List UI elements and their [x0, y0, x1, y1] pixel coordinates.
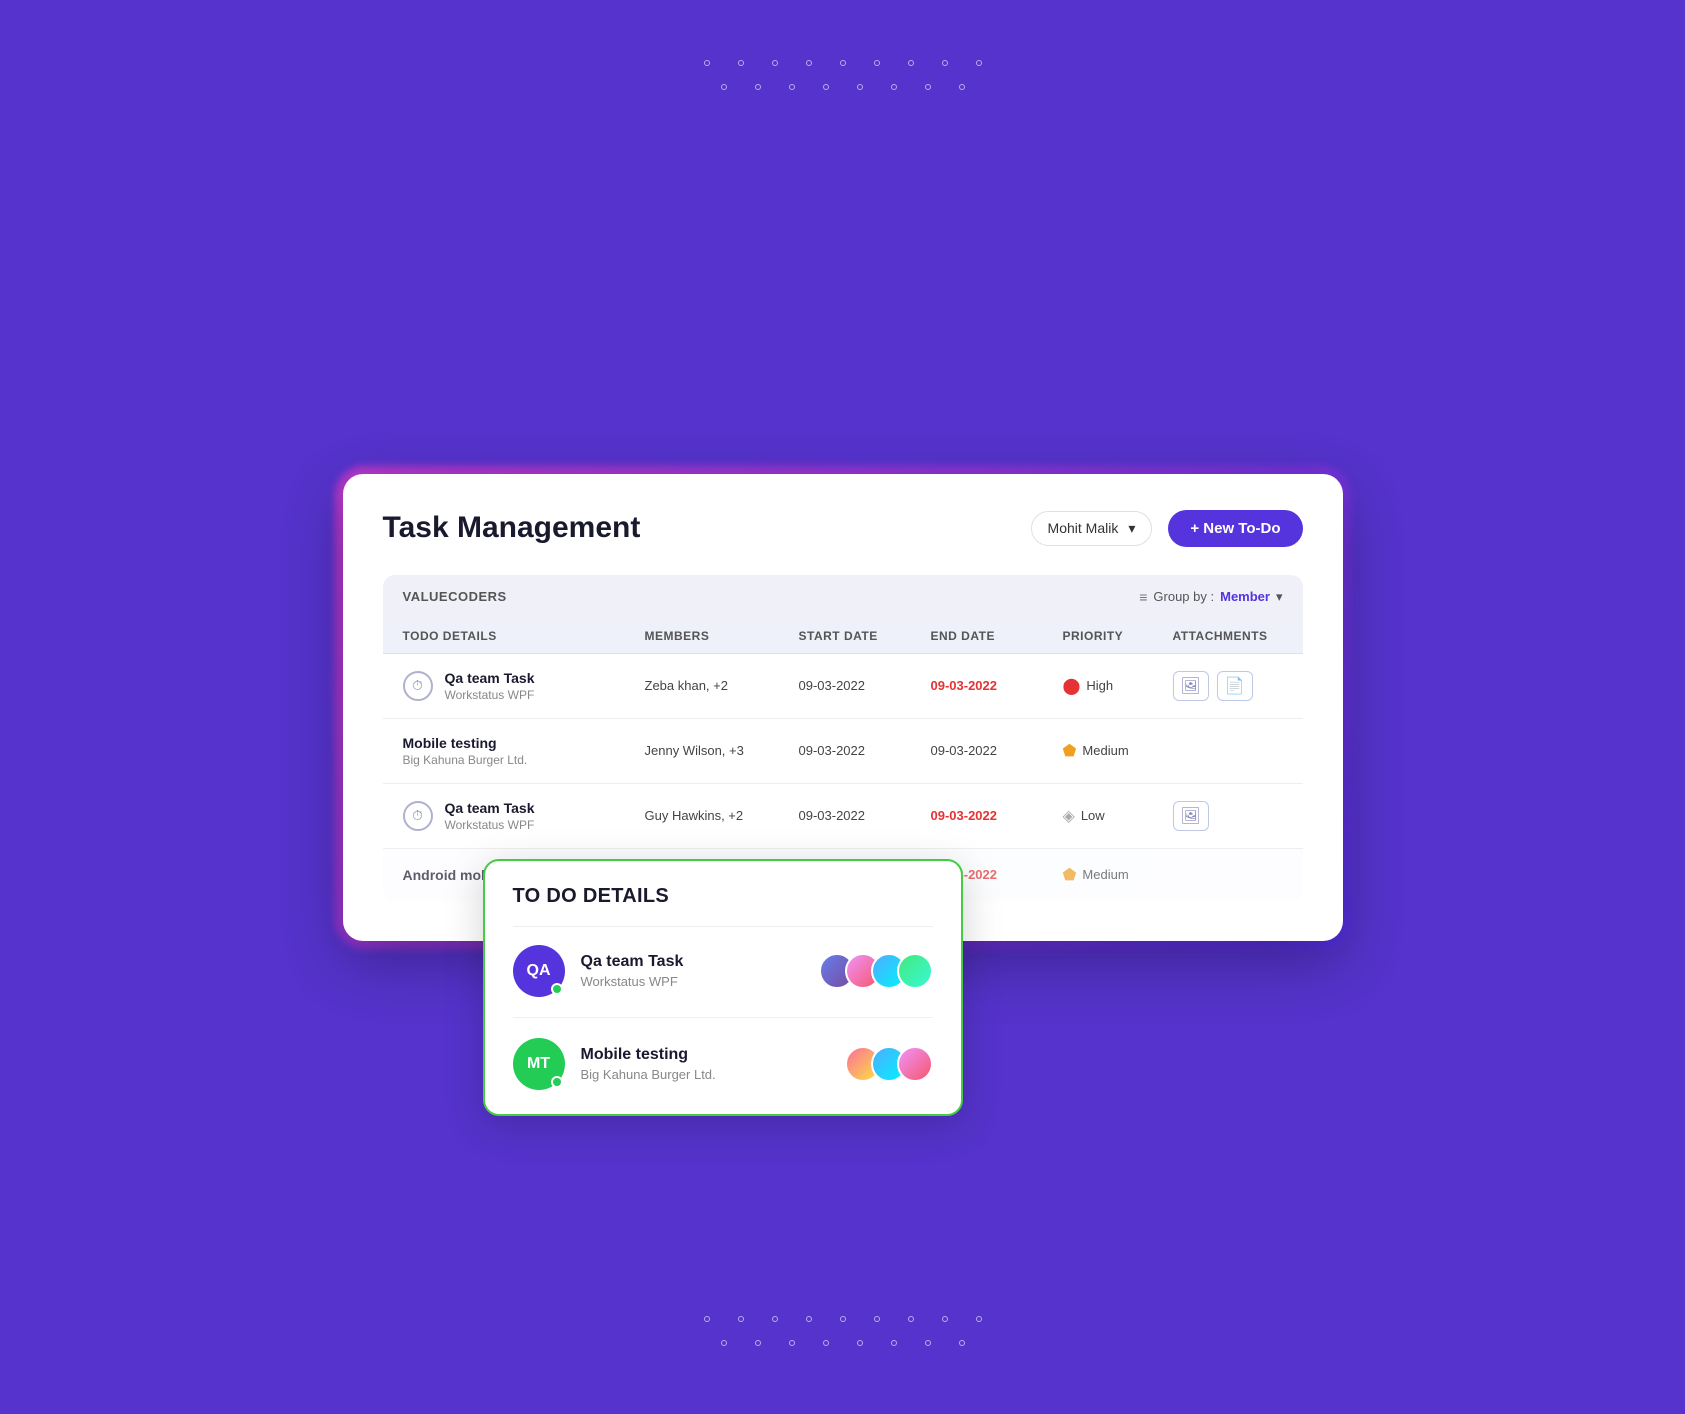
table-row[interactable]: ⏱ Qa team Task Workstatus WPF Guy Hawkin…: [383, 784, 1303, 849]
user-name: Mohit Malik: [1048, 520, 1119, 536]
group-by-chevron-icon: ▾: [1276, 589, 1283, 605]
end-date-cell: 09-03-2022: [931, 743, 1063, 758]
doc-attachment-icon[interactable]: 📄: [1217, 671, 1253, 701]
chevron-down-icon: ▾: [1128, 520, 1135, 537]
task-cell: ⏱ Qa team Task Workstatus WPF: [403, 670, 645, 702]
new-todo-button[interactable]: + New To-Do: [1168, 510, 1302, 547]
popup-item-left: QA Qa team Task Workstatus WPF: [513, 945, 684, 997]
end-date-cell: 09-03-2022: [931, 678, 1063, 693]
start-date-cell: 09-03-2022: [799, 743, 931, 758]
priority-cell: ◈ Low: [1063, 806, 1173, 826]
todo-details-popup: TO DO DETAILS QA Qa team Task Workstatus…: [483, 859, 963, 1116]
member-avatar: [897, 953, 933, 989]
task-subtitle: Big Kahuna Burger Ltd.: [403, 753, 528, 767]
task-subtitle: Workstatus WPF: [445, 818, 535, 832]
task-status-icon: ⏱: [403, 671, 433, 701]
task-cell: Mobile testing Big Kahuna Burger Ltd.: [403, 735, 645, 767]
priority-low-icon: ◈: [1063, 806, 1075, 826]
priority-cell: ⬤ High: [1063, 676, 1173, 696]
task-status-icon: ⏱: [403, 801, 433, 831]
table-row[interactable]: ⏱ Qa team Task Workstatus WPF Zeba khan,…: [383, 654, 1303, 719]
popup-title: TO DO DETAILS: [513, 885, 933, 908]
group-by-value[interactable]: Member: [1220, 589, 1270, 604]
popup-task-title: Mobile testing: [581, 1046, 716, 1064]
end-date-cell: 09-03-2022: [931, 808, 1063, 823]
task-name: Mobile testing: [403, 735, 528, 751]
popup-item[interactable]: QA Qa team Task Workstatus WPF: [513, 945, 933, 1018]
priority-label: Medium: [1082, 867, 1128, 882]
group-by-label: Group by :: [1153, 589, 1214, 604]
popup-item-info: Qa team Task Workstatus WPF: [581, 953, 684, 989]
header-controls: Mohit Malik ▾ + New To-Do: [1031, 510, 1303, 547]
priority-label: Medium: [1082, 743, 1128, 758]
col-todo: TODO DETAILS: [403, 629, 645, 643]
table-row[interactable]: Mobile testing Big Kahuna Burger Ltd. Je…: [383, 719, 1303, 784]
priority-high-icon: ⬤: [1063, 676, 1081, 696]
member-avatars: [845, 1046, 933, 1082]
task-table: VALUECODERS ≡ Group by : Member ▾ TODO D…: [383, 575, 1303, 901]
start-date-cell: 09-03-2022: [799, 808, 931, 823]
avatar-initials: MT: [527, 1055, 550, 1073]
col-start-date: START DATE: [799, 629, 931, 643]
priority-cell: ⬟ Medium: [1063, 865, 1173, 885]
header: Task Management Mohit Malik ▾ + New To-D…: [383, 510, 1303, 547]
task-cell: ⏱ Qa team Task Workstatus WPF: [403, 800, 645, 832]
popup-task-subtitle: Big Kahuna Burger Ltd.: [581, 1067, 716, 1082]
table-header-bar: VALUECODERS ≡ Group by : Member ▾: [383, 575, 1303, 619]
new-todo-label: + New To-Do: [1190, 520, 1280, 537]
popup-item[interactable]: MT Mobile testing Big Kahuna Burger Ltd.: [513, 1038, 933, 1090]
image-attachment-icon[interactable]: 🖼: [1173, 671, 1209, 701]
member-avatars: [819, 953, 933, 989]
members-cell: Guy Hawkins, +2: [645, 808, 799, 823]
user-dropdown[interactable]: Mohit Malik ▾: [1031, 511, 1153, 546]
filter-icon: ≡: [1139, 589, 1147, 605]
avatar-initials: QA: [527, 962, 551, 980]
popup-item-left: MT Mobile testing Big Kahuna Burger Ltd.: [513, 1038, 716, 1090]
online-status-dot: [551, 983, 563, 995]
online-status-dot: [551, 1076, 563, 1088]
members-cell: Zeba khan, +2: [645, 678, 799, 693]
col-members: MEMBERS: [645, 629, 799, 643]
popup-task-title: Qa team Task: [581, 953, 684, 971]
popup-task-subtitle: Workstatus WPF: [581, 974, 684, 989]
avatar: MT: [513, 1038, 565, 1090]
main-card: Task Management Mohit Malik ▾ + New To-D…: [343, 474, 1343, 941]
member-avatar: [897, 1046, 933, 1082]
col-attachments: ATTACHMENTS: [1173, 629, 1283, 643]
start-date-cell: 09-03-2022: [799, 678, 931, 693]
col-priority: PRIORITY: [1063, 629, 1173, 643]
column-headers: TODO DETAILS MEMBERS START DATE END DATE…: [383, 619, 1303, 654]
popup-divider: [513, 926, 933, 927]
attachments-cell: 🖼: [1173, 801, 1283, 831]
attachments-cell: 🖼 📄: [1173, 671, 1283, 701]
col-end-date: END DATE: [931, 629, 1063, 643]
avatar: QA: [513, 945, 565, 997]
org-name: VALUECODERS: [403, 589, 507, 604]
popup-item-info: Mobile testing Big Kahuna Burger Ltd.: [581, 1046, 716, 1082]
priority-medium-icon: ⬟: [1063, 741, 1077, 761]
priority-cell: ⬟ Medium: [1063, 741, 1173, 761]
members-cell: Jenny Wilson, +3: [645, 743, 799, 758]
page-title: Task Management: [383, 511, 641, 545]
priority-label: High: [1086, 678, 1113, 693]
task-name: Qa team Task: [445, 800, 535, 816]
group-by-control[interactable]: ≡ Group by : Member ▾: [1139, 589, 1282, 605]
task-name: Qa team Task: [445, 670, 535, 686]
priority-medium-icon: ⬟: [1063, 865, 1077, 885]
priority-label: Low: [1081, 808, 1105, 823]
image-attachment-icon[interactable]: 🖼: [1173, 801, 1209, 831]
task-subtitle: Workstatus WPF: [445, 688, 535, 702]
